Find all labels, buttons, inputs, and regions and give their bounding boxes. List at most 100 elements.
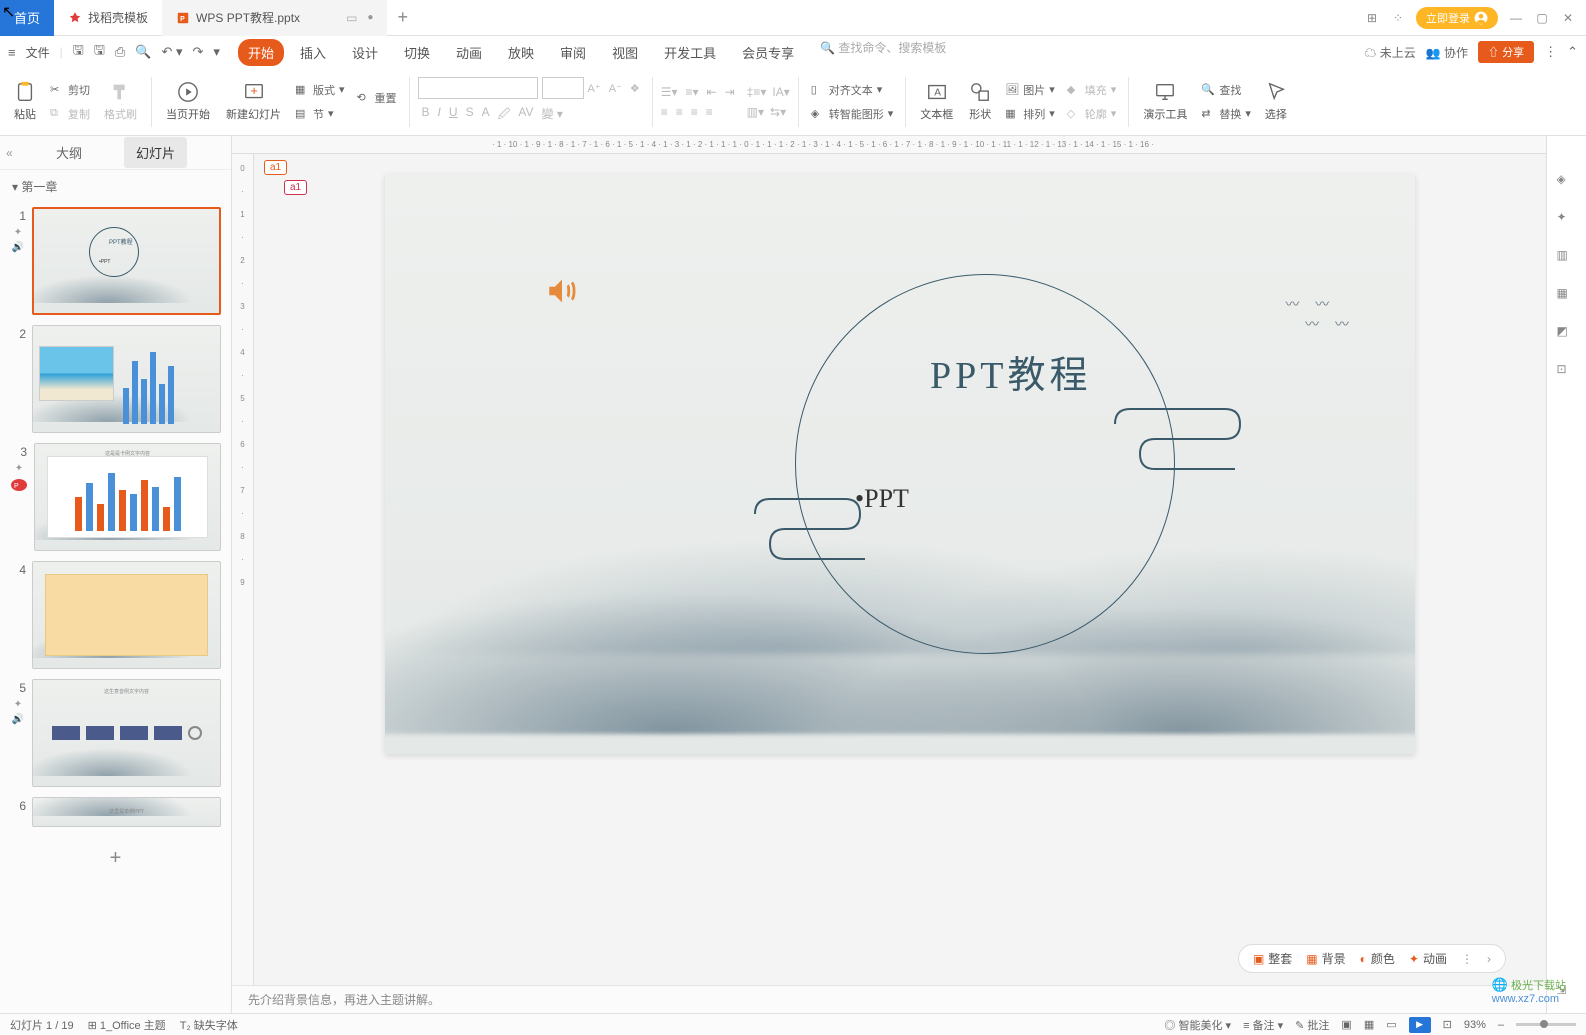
clear-format-icon[interactable]: ❖ [626, 80, 644, 97]
design-icon[interactable]: ◈ [1557, 172, 1577, 192]
comments-button[interactable]: ✎ 批注 [1295, 1017, 1329, 1033]
thumbnail-1[interactable]: PPT教程 •PPT [32, 207, 221, 315]
zoom-slider[interactable] [1516, 1023, 1576, 1026]
layout-icon[interactable]: ⊞ [1364, 10, 1380, 26]
convert-shape-button[interactable]: ◈转智能图形▾ [807, 104, 898, 124]
slide-canvas[interactable]: 〰 〰 〰 〰 PPT教程 •PPT [385, 174, 1415, 754]
apps-icon[interactable]: ⁘ [1390, 10, 1406, 26]
section-header[interactable]: ▾ 第一章 [0, 170, 231, 203]
textbox-button[interactable]: A 文本框 [914, 81, 959, 122]
replace-button[interactable]: ⇄替换▾ [1197, 104, 1255, 124]
tab-slideshow[interactable]: 放映 [498, 39, 544, 66]
tab-view[interactable]: 视图 [602, 39, 648, 66]
reset-button[interactable]: ⟲重置 [353, 88, 401, 108]
notes-button[interactable]: ≡ 备注 ▾ [1243, 1017, 1283, 1033]
slide-title[interactable]: PPT教程 [930, 344, 1091, 399]
template-button[interactable]: ▣整套 [1253, 950, 1292, 967]
comment-tag-1[interactable]: a1 [264, 160, 287, 175]
tab-menu-icon[interactable]: ▭ [346, 11, 357, 25]
find-button[interactable]: 🔍查找 [1197, 80, 1255, 100]
missing-font-button[interactable]: T₂ 缺失字体 [180, 1017, 238, 1033]
strikethrough-icon[interactable]: S [466, 105, 474, 126]
zoom-level[interactable]: 93% [1464, 1019, 1486, 1031]
collab-button[interactable]: 👥 协作 [1426, 44, 1468, 61]
increase-font-icon[interactable]: A⁺ [584, 80, 605, 97]
tab-insert[interactable]: 插入 [290, 39, 336, 66]
command-search[interactable]: 🔍 查找命令、搜索模板 [810, 39, 946, 66]
theme-name[interactable]: ⊞ 1_Office 主题 [88, 1017, 166, 1033]
format-painter-button[interactable]: 格式刷 [98, 81, 143, 122]
print-icon[interactable]: ⎙ [115, 44, 125, 60]
view-mode-icon[interactable]: ⊡ [1443, 1018, 1452, 1031]
share-button[interactable]: ⇧ 分享 [1478, 41, 1534, 63]
comment-tag-2[interactable]: a1 [284, 180, 307, 195]
align-justify-icon[interactable]: ≡ [706, 105, 713, 119]
animation-pane-icon[interactable]: ▦ [1557, 286, 1577, 306]
smart-beautify-button[interactable]: ◎ 智能美化 ▾ [1164, 1017, 1231, 1033]
font-family-select[interactable] [418, 77, 538, 99]
pictures-button[interactable]: 🖼图片▾ [1001, 80, 1059, 100]
thumbnail-4[interactable] [32, 561, 221, 669]
shapes-button[interactable]: 形状 [963, 81, 997, 122]
layout-button[interactable]: ▦版式 ▾ [291, 80, 349, 100]
undo-icon[interactable]: ↶ ▾ [161, 44, 182, 60]
collapse-panel-icon[interactable]: « [6, 146, 13, 160]
thumbnail-6[interactable]: 这里是单例PPT [32, 797, 221, 827]
background-button[interactable]: ▦背景 [1306, 950, 1345, 967]
new-slide-button[interactable]: + 新建幻灯片 [220, 81, 287, 122]
outline-tab[interactable]: 大纲 [44, 137, 94, 168]
more-icon[interactable]: ⋮ [1544, 44, 1557, 60]
document-tab[interactable]: P WPS PPT教程.pptx ▭ ● [162, 0, 387, 36]
section-button[interactable]: ▤节 ▾ [291, 104, 349, 124]
template-tab[interactable]: 找稻壳模板 [54, 0, 162, 36]
tab-transition[interactable]: 切换 [394, 39, 440, 66]
next-icon[interactable]: › [1487, 952, 1491, 966]
columns-icon[interactable]: ▥▾ [747, 105, 764, 119]
cut-button[interactable]: ✂剪切 [46, 80, 94, 100]
text-direction-icon[interactable]: IA▾ [772, 85, 789, 99]
italic-icon[interactable]: I [438, 105, 441, 126]
bullets-icon[interactable]: ☰▾ [661, 85, 678, 99]
indent-inc-icon[interactable]: ⇥ [725, 85, 735, 99]
add-tab-button[interactable]: + [397, 7, 408, 28]
close-tab-icon[interactable]: ● [367, 12, 373, 23]
align-right-icon[interactable]: ≡ [691, 105, 698, 119]
sound-icon[interactable] [545, 274, 579, 308]
quick-access-icon[interactable]: ▾ [213, 44, 220, 60]
thumbnail-5[interactable]: 这生意音例文字内容 [32, 679, 221, 787]
thumbnail-2[interactable] [32, 325, 221, 433]
indent-icon[interactable]: ⇆▾ [770, 105, 786, 119]
save-as-icon[interactable]: 🖫 [94, 41, 105, 63]
redo-icon[interactable]: ↷ [193, 44, 204, 60]
font-color-icon[interactable]: A [482, 105, 490, 126]
fill-button[interactable]: ◆填充▾ [1063, 80, 1121, 100]
tab-vip[interactable]: 会员专享 [732, 39, 804, 66]
decrease-font-icon[interactable]: A⁻ [605, 80, 626, 97]
slideshow-button[interactable]: ▶ [1409, 1017, 1431, 1033]
animation-button[interactable]: ✦动画 [1409, 950, 1447, 967]
close-window-icon[interactable]: ✕ [1560, 10, 1576, 26]
arrange-button[interactable]: ▦排列▾ [1001, 104, 1059, 124]
resource-icon[interactable]: ▥ [1557, 248, 1577, 268]
color-button[interactable]: ◐颜色 [1360, 950, 1395, 967]
highlight-icon[interactable]: 🖉 [498, 105, 511, 126]
text-effect-icon[interactable]: 變 ▾ [542, 105, 563, 126]
collapse-ribbon-icon[interactable]: ⌃ [1567, 44, 1578, 60]
line-spacing-icon[interactable]: ‡≡▾ [747, 85, 767, 99]
sorter-view-icon[interactable]: ▦ [1364, 1018, 1374, 1031]
numbering-icon[interactable]: ≡▾ [686, 85, 699, 99]
select-button[interactable]: 选择 [1259, 81, 1293, 122]
login-button[interactable]: 立即登录 [1416, 7, 1498, 29]
menu-icon[interactable]: ≡ [8, 45, 16, 60]
zoom-out-icon[interactable]: – [1498, 1019, 1504, 1031]
bold-icon[interactable]: B [422, 105, 430, 126]
tab-dev[interactable]: 开发工具 [654, 39, 726, 66]
tab-start[interactable]: 开始 [238, 39, 284, 66]
reading-view-icon[interactable]: ▭ [1386, 1018, 1396, 1031]
char-spacing-icon[interactable]: AV [518, 105, 533, 126]
adjust-icon[interactable]: ✦ [1557, 210, 1577, 230]
tab-design[interactable]: 设计 [342, 39, 388, 66]
align-center-icon[interactable]: ≡ [676, 105, 683, 119]
more-icon[interactable]: ⋮ [1461, 952, 1473, 966]
present-tool-button[interactable]: 演示工具 [1137, 81, 1193, 122]
